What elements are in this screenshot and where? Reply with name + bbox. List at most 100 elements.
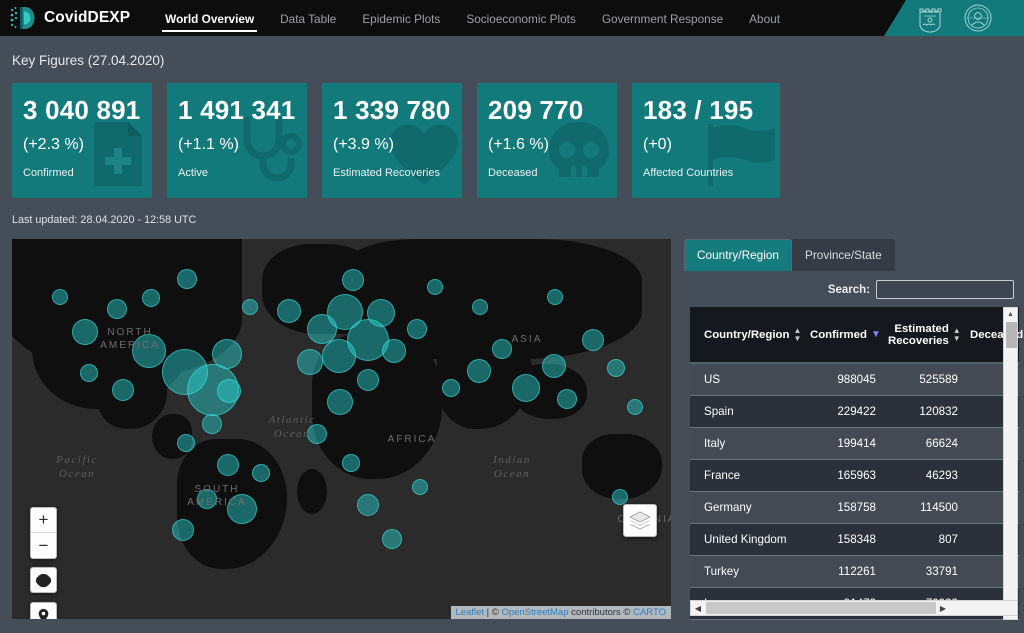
recoveries-change: (+3.9 %): [333, 136, 394, 153]
col-header-estimated-recoveries[interactable]: Estimated Recoveries ▲ ▼: [882, 307, 964, 364]
scroll-right-arrow[interactable]: ▶: [936, 604, 950, 613]
recoveries-label: Estimated Recoveries: [333, 167, 440, 179]
table-row[interactable]: United Kingdom 158348 807: [690, 523, 1019, 556]
cell-country: Turkey: [690, 555, 804, 588]
cell-country: Italy: [690, 427, 804, 460]
key-figure-card-deceased[interactable]: 209 770 (+1.6 %) Deceased: [477, 83, 617, 198]
cell-recoveries: 46293: [882, 459, 964, 492]
brand[interactable]: CovidDEXP: [0, 5, 130, 31]
key-figure-card-active[interactable]: 1 491 341 (+1.1 %) Active: [167, 83, 307, 198]
cell-recoveries: 33791: [882, 555, 964, 588]
col-header-country[interactable]: Country/Region ▲ ▼: [690, 307, 804, 364]
sort-icon-country[interactable]: ▲ ▼: [793, 326, 801, 343]
deceased-change: (+1.6 %): [488, 136, 549, 153]
map-label-indian-ocean: Indian Ocean: [493, 454, 531, 480]
horizontal-scroll-thumb[interactable]: [706, 602, 936, 614]
table-row[interactable]: France 165963 46293: [690, 459, 1019, 492]
map-marker-button[interactable]: [30, 602, 57, 619]
institute-seal-icon[interactable]: [963, 3, 993, 33]
carto-link[interactable]: CARTO: [633, 607, 666, 618]
panel-tabs: Country/Region Province/State: [684, 239, 1024, 271]
coviddexp-logo-icon: [10, 7, 35, 29]
sort-icon-confirmed-desc[interactable]: ▼: [871, 329, 881, 340]
attrib-mid: contributors ©: [568, 607, 634, 618]
data-table-panel: Country/Region Province/State Search: Co…: [684, 239, 1024, 620]
globe-icon: [36, 573, 51, 587]
key-figure-card-affected-countries[interactable]: 183 / 195 (+0) Affected Countries: [632, 83, 780, 198]
nav-link-data-table[interactable]: Data Table: [267, 2, 349, 35]
cell-confirmed: 165963: [804, 459, 882, 492]
vertical-scroll-thumb[interactable]: [1006, 322, 1017, 348]
scroll-left-arrow[interactable]: ◀: [691, 604, 705, 613]
active-change: (+1.1 %): [178, 136, 239, 153]
key-figure-card-confirmed[interactable]: 3 040 891 (+2.3 %) Confirmed: [12, 83, 152, 198]
cell-confirmed: 158348: [804, 523, 882, 556]
sort-icon-recoveries[interactable]: ▲ ▼: [953, 326, 961, 343]
flag-icon: [708, 124, 775, 186]
table-row[interactable]: Spain 229422 120832: [690, 395, 1019, 428]
cell-confirmed: 229422: [804, 395, 882, 428]
key-figure-cards: 3 040 891 (+2.3 %) Confirmed 1 491 341 (…: [12, 83, 1012, 198]
table-body: US 988045 525589 Spain 229422 120832 Ita…: [690, 363, 1019, 620]
table-row[interactable]: US 988045 525589: [690, 363, 1019, 396]
cell-recoveries: 807: [882, 523, 964, 556]
navbar: CovidDEXP World Overview Data Table Epid…: [0, 0, 1024, 36]
confirmed-change: (+2.3 %): [23, 136, 84, 153]
cell-confirmed: 199414: [804, 427, 882, 460]
table-vertical-scrollbar[interactable]: ▲ ▼: [1003, 307, 1018, 620]
scroll-up-arrow[interactable]: ▲: [1004, 308, 1017, 321]
navbar-logos: [884, 0, 1024, 36]
key-figures-title: Key Figures (27.04.2020): [12, 53, 165, 68]
nav-link-government-response[interactable]: Government Response: [589, 2, 736, 35]
active-value: 1 491 341: [178, 95, 296, 125]
attrib-sep1: | ©: [484, 607, 502, 618]
countries-change: (+0): [643, 136, 672, 153]
file-medical-icon: [94, 122, 142, 186]
zoom-in-button[interactable]: +: [31, 508, 56, 533]
recoveries-value: 1 339 780: [333, 95, 451, 125]
table-head: Country/Region ▲ ▼ Confirmed ▼ Estimated Re…: [690, 307, 1023, 364]
map-layers-button[interactable]: [623, 504, 657, 537]
nav-links: World Overview Data Table Epidemic Plots…: [152, 0, 793, 36]
table-horizontal-scrollbar[interactable]: ◀ ▶: [690, 600, 1018, 616]
cell-country: Spain: [690, 395, 804, 428]
cell-confirmed: 988045: [804, 363, 882, 396]
key-figures-section: Key Figures (27.04.2020) 3 040 891 (+2.3…: [0, 36, 1024, 239]
leaflet-link[interactable]: Leaflet: [456, 607, 485, 618]
cell-country: France: [690, 459, 804, 492]
table-header-row: Country/Region ▲ ▼ Confirmed ▼ Estimated Re…: [690, 307, 1023, 364]
deceased-label: Deceased: [488, 167, 538, 179]
openstreetmap-link[interactable]: OpenStreetMap: [501, 607, 568, 618]
cell-recoveries: 120832: [882, 395, 964, 428]
nav-link-world-overview[interactable]: World Overview: [152, 2, 267, 35]
col-header-recoveries-label: Estimated Recoveries: [888, 322, 949, 347]
deceased-value: 209 770: [488, 95, 584, 125]
table-row[interactable]: Turkey 112261 33791: [690, 555, 1019, 588]
table-row[interactable]: Germany 158758 114500: [690, 491, 1019, 524]
map-reset-view-button[interactable]: [30, 567, 57, 593]
col-header-confirmed-label: Confirmed: [810, 328, 867, 341]
university-crest-icon[interactable]: [915, 3, 945, 33]
zoom-out-button[interactable]: −: [31, 533, 56, 558]
map-label-pacific-ocean: Pacific Ocean: [56, 454, 98, 480]
col-header-confirmed[interactable]: Confirmed ▼: [804, 307, 882, 364]
search-row: Search:: [684, 271, 1024, 307]
confirmed-value: 3 040 891: [23, 95, 141, 125]
world-map[interactable]: NORTHAMERICA SOUTHAMERICA AFRICA ASIA OC…: [12, 239, 671, 619]
table-row[interactable]: Italy 199414 66624: [690, 427, 1019, 460]
cell-confirmed: 158758: [804, 491, 882, 524]
cell-recoveries: 66624: [882, 427, 964, 460]
search-label: Search:: [827, 283, 870, 296]
nav-link-about[interactable]: About: [736, 2, 793, 35]
key-figure-card-estimated-recoveries[interactable]: 1 339 780 (+3.9 %) Estimated Recoveries: [322, 83, 462, 198]
search-input[interactable]: [876, 280, 1014, 299]
brand-text: CovidDEXP: [44, 9, 131, 26]
nav-link-epidemic-plots[interactable]: Epidemic Plots: [349, 2, 453, 35]
map-zoom-controls[interactable]: + −: [30, 507, 57, 559]
nav-link-socioeconomic-plots[interactable]: Socioeconomic Plots: [453, 2, 589, 35]
heart-icon: [390, 124, 458, 184]
map-attribution: Leaflet | © OpenStreetMap contributors ©…: [450, 606, 671, 619]
tab-province-state[interactable]: Province/State: [791, 239, 895, 271]
tab-country-region[interactable]: Country/Region: [684, 239, 792, 271]
cell-recoveries: 525589: [882, 363, 964, 396]
